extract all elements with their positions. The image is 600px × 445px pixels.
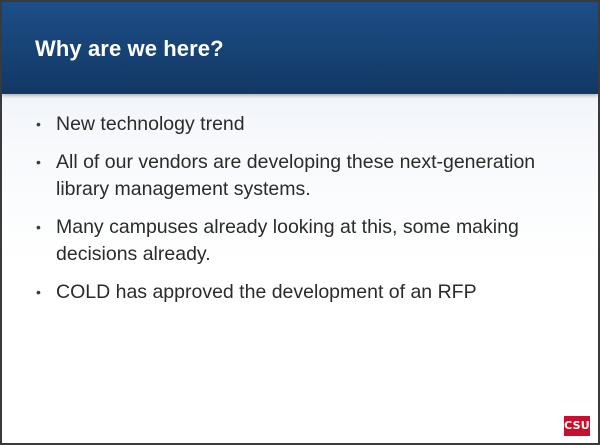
bullet-item: • COLD has approved the development of a… bbox=[36, 279, 576, 306]
bullet-item: • Many campuses already looking at this,… bbox=[36, 214, 576, 268]
bullet-list: • New technology trend • All of our vend… bbox=[36, 111, 576, 317]
slide-title: Why are we here? bbox=[35, 36, 224, 61]
bullet-icon: • bbox=[36, 219, 41, 235]
bullet-icon: • bbox=[36, 154, 41, 170]
bullet-text: All of our vendors are developing these … bbox=[56, 151, 536, 200]
bullet-icon: • bbox=[36, 284, 41, 300]
csu-logo: CSU bbox=[564, 416, 590, 436]
bullet-text: New technology trend bbox=[56, 113, 245, 135]
bullet-item: • All of our vendors are developing thes… bbox=[36, 149, 576, 203]
slide: Why are we here? • New technology trend … bbox=[0, 0, 600, 445]
bullet-item: • New technology trend bbox=[36, 111, 576, 138]
title-bar: Why are we here? bbox=[2, 2, 598, 94]
bullet-text: COLD has approved the development of an … bbox=[56, 281, 477, 303]
bullet-text: Many campuses already looking at this, s… bbox=[56, 216, 519, 265]
bullet-icon: • bbox=[36, 116, 41, 132]
